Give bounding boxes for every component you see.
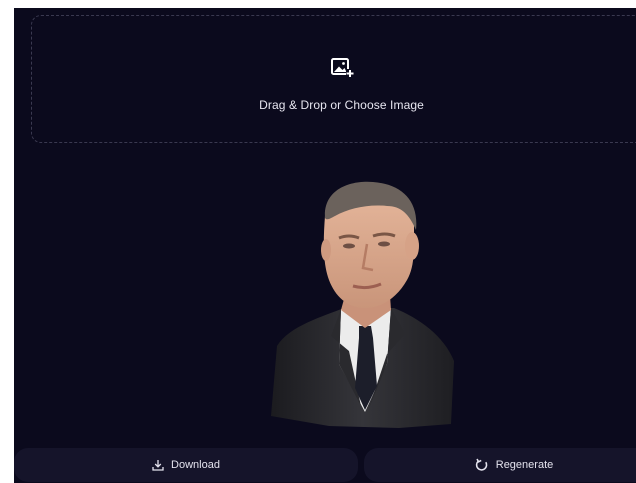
download-button[interactable]: Download	[14, 448, 358, 482]
download-icon	[152, 460, 164, 471]
regenerate-button[interactable]: Regenerate	[364, 448, 636, 482]
refresh-icon	[475, 458, 488, 471]
add-image-icon	[330, 58, 354, 77]
download-label: Download	[171, 459, 220, 471]
regenerate-label: Regenerate	[495, 459, 554, 471]
avatar-bust-preview	[271, 181, 454, 428]
dropzone-label: Drag & Drop or Choose Image	[259, 98, 424, 112]
app-panel: Drag & Drop or Choose Image Download Reg…	[14, 8, 636, 483]
image-dropzone[interactable]: Drag & Drop or Choose Image	[31, 15, 636, 143]
